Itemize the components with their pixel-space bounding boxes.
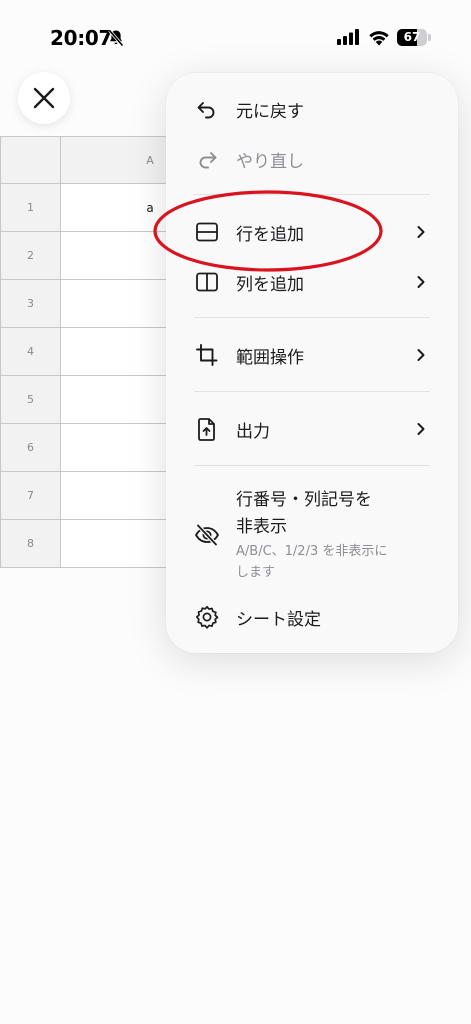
undo-icon [197, 102, 215, 119]
hide-headers-label-line1: 行番号・列記号を [236, 490, 372, 510]
undo-label: 元に戻す [236, 102, 304, 122]
menu-item-redo[interactable]: やり直し [166, 145, 458, 173]
menu-divider [194, 465, 430, 466]
redo-label: やり直し [236, 152, 304, 172]
row-number[interactable]: 2 [0, 232, 61, 280]
menu-item-undo[interactable]: 元に戻す [166, 95, 458, 123]
redo-icon [199, 152, 217, 169]
chevron-right-icon [417, 276, 425, 288]
row-number[interactable]: 4 [0, 328, 61, 376]
menu-divider [194, 391, 430, 392]
row-number[interactable]: 3 [0, 280, 61, 328]
hide-headers-description-line1: A/B/C、1/2/3 を非表示に [236, 544, 388, 559]
status-bar: 20:07 67 [0, 0, 471, 64]
file-export-icon [198, 418, 215, 441]
status-time: 20:07 [50, 26, 113, 50]
cellular-signal-icon [337, 29, 359, 45]
close-icon [33, 87, 55, 109]
battery-icon: 67 [397, 29, 431, 46]
row-number[interactable]: 7 [0, 472, 61, 520]
crop-icon [196, 344, 218, 366]
add-column-label: 列を追加 [236, 275, 304, 295]
range-operations-label: 範囲操作 [236, 348, 304, 368]
battery-level: 67 [403, 30, 421, 44]
menu-item-sheet-settings[interactable]: シート設定 [166, 603, 458, 631]
gear-icon [195, 605, 219, 629]
battery-cap [428, 34, 431, 41]
corner-cell[interactable] [0, 136, 61, 184]
context-menu: 元に戻す やり直し 行を追加 列を追加 範囲操作 出力 行番号・列記号を 非表示… [166, 73, 458, 653]
sheet-settings-label: シート設定 [236, 610, 321, 630]
menu-item-range-operations[interactable]: 範囲操作 [166, 341, 458, 369]
output-label: 出力 [236, 422, 270, 442]
chevron-right-icon [417, 226, 425, 238]
menu-divider [194, 317, 430, 318]
hide-headers-description-line2: します [236, 565, 276, 580]
wifi-icon [369, 31, 389, 46]
close-button[interactable] [18, 72, 70, 124]
row-number[interactable]: 8 [0, 520, 61, 568]
menu-item-hide-headers[interactable]: 行番号・列記号を 非表示 A/B/C、1/2/3 を非表示に します [166, 487, 458, 583]
battery-body: 67 [397, 29, 427, 46]
row-number[interactable]: 6 [0, 424, 61, 472]
menu-item-output[interactable]: 出力 [166, 415, 458, 443]
chevron-right-icon [417, 349, 425, 361]
bell-slash-icon [108, 29, 124, 47]
highlight-annotation [153, 190, 383, 272]
chevron-right-icon [417, 423, 425, 435]
row-number[interactable]: 5 [0, 376, 61, 424]
eye-slash-icon [195, 524, 219, 546]
row-number[interactable]: 1 [0, 184, 61, 232]
screen: 20:07 67 A 1 a 2 3 4 5 6 7 8 元に戻す やり直し 行… [0, 0, 471, 1024]
hide-headers-label-line2: 非表示 [236, 517, 287, 537]
